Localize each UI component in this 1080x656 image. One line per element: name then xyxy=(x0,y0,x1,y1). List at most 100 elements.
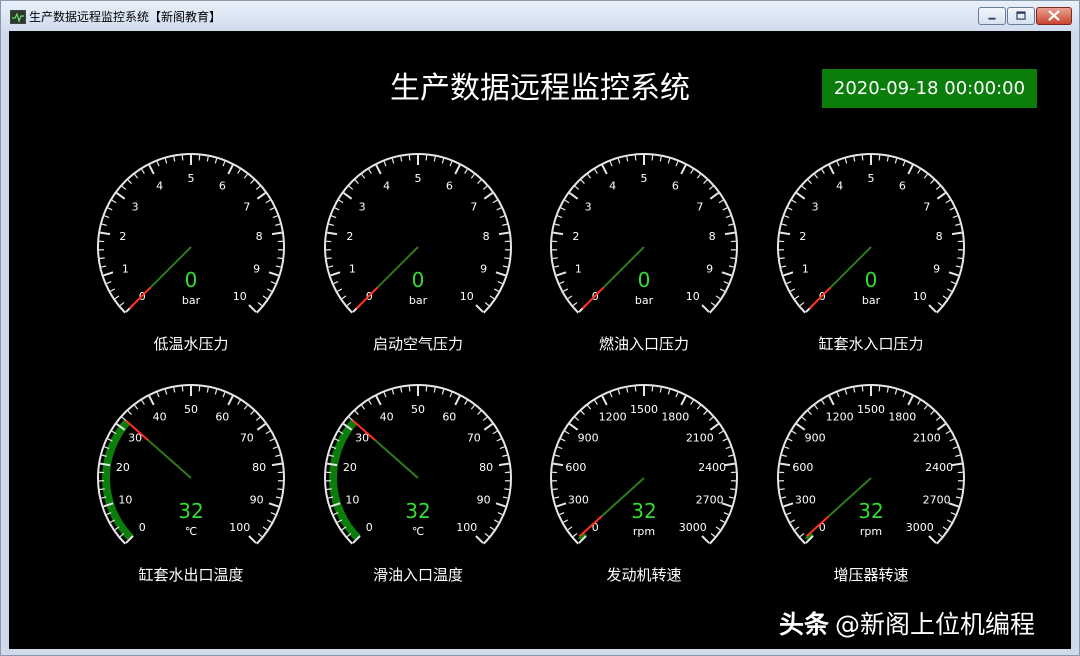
gauge-minor-tick xyxy=(250,410,255,415)
gauge-minor-tick xyxy=(799,301,805,307)
gauge-minor-tick xyxy=(559,512,565,516)
gauge-minor-tick xyxy=(237,169,241,174)
gauge-major-tick xyxy=(342,192,353,200)
gauge-minor-tick xyxy=(173,387,176,393)
gauge-major-tick xyxy=(454,395,461,406)
gauge-minor-tick xyxy=(552,488,558,491)
gauge-minor-tick xyxy=(609,392,613,398)
gauge-label: 燃油入口压力 xyxy=(598,335,689,353)
gauge-pointer-tail xyxy=(147,439,192,479)
gauge-dial: 010203040506070809010032℃ xyxy=(97,384,285,545)
gauge-unit: bar xyxy=(182,294,201,307)
gauge-tick-label: 7 xyxy=(243,200,250,213)
title-bar[interactable]: 生产数据远程监控系统【新阁教育】 xyxy=(1,1,1079,31)
gauge-major-tick xyxy=(268,502,279,508)
gauge-minor-tick xyxy=(675,161,679,167)
gauge-major-tick xyxy=(556,271,567,277)
gauge-tick-label: 1200 xyxy=(826,411,854,424)
gauge-minor-tick xyxy=(333,281,339,285)
gauge-minor-tick xyxy=(257,532,263,538)
gauge-major-tick xyxy=(724,231,736,236)
monitor-panel: 生产数据远程监控系统 2020-09-18 00:00:00 0 1 2 3 4 5 6 7 8… xyxy=(9,31,1071,649)
gauge-minor-tick xyxy=(554,454,560,457)
gauge-major-tick xyxy=(701,535,710,544)
gauge-tick-label: 7 xyxy=(923,200,930,213)
gauge-minor-tick xyxy=(564,199,570,204)
gauge-minor-tick xyxy=(791,199,797,204)
gauge-minor-tick xyxy=(265,199,271,204)
gauge-minor-tick xyxy=(786,281,792,285)
gauge-minor-tick xyxy=(667,389,671,395)
gauge-major-tick xyxy=(99,231,111,236)
gauge: 0123456789100bar缸套水入口压力 xyxy=(761,151,981,371)
gauge-minor-tick xyxy=(617,158,621,164)
gauge-minor-tick xyxy=(554,496,560,499)
gauge-minor-tick xyxy=(728,223,734,226)
gauge-minor-tick xyxy=(574,416,580,421)
gauge-tick-label: 2400 xyxy=(925,461,953,474)
gauge-minor-tick xyxy=(715,295,721,300)
gauge-minor-tick xyxy=(781,223,787,226)
gauge-major-tick xyxy=(936,423,947,431)
minimize-icon xyxy=(988,17,996,20)
close-icon xyxy=(1048,10,1060,21)
close-button[interactable] xyxy=(1036,7,1072,25)
gauge-minor-tick xyxy=(272,446,278,450)
gauge-tick-label: 4 xyxy=(383,180,390,193)
gauge-minor-tick xyxy=(341,295,347,300)
gauge-minor-tick xyxy=(617,389,621,395)
gauge-tick-label: 2700 xyxy=(923,493,951,506)
gauge-major-tick xyxy=(552,462,564,467)
gauge-minor-tick xyxy=(675,392,679,398)
gauge-minor-tick xyxy=(557,215,563,219)
gauge-major-tick xyxy=(498,231,510,236)
gauge-minor-tick xyxy=(952,215,958,219)
gauge-minor-tick xyxy=(383,392,387,398)
gauge-major-tick xyxy=(326,231,338,236)
gauge-major-tick xyxy=(568,423,579,431)
gauge-major-tick xyxy=(701,304,710,313)
gauge-minor-tick xyxy=(441,389,445,395)
gauge-minor-tick xyxy=(719,288,725,292)
gauge-minor-tick xyxy=(930,179,935,184)
gauge-minor-tick xyxy=(886,156,889,162)
gauge-tick-label: 1200 xyxy=(599,411,627,424)
gauge-minor-tick xyxy=(334,207,340,211)
gauge-minor-tick xyxy=(272,215,278,219)
gauge-minor-tick xyxy=(894,158,898,164)
watermark: 头条 @新阁上位机编程 xyxy=(779,605,1035,641)
gauge-tick-label: 100 xyxy=(229,521,250,534)
maximize-button[interactable] xyxy=(1007,7,1035,25)
gauge-minor-tick xyxy=(101,265,107,268)
gauge-minor-tick xyxy=(326,257,332,260)
gauge-minor-tick xyxy=(917,400,921,405)
gauge-tick-label: 2 xyxy=(572,230,579,243)
gauge-minor-tick xyxy=(937,301,943,307)
minimize-button[interactable] xyxy=(978,7,1006,25)
gauge-minor-tick xyxy=(275,223,281,226)
gauge-unit: rpm xyxy=(633,525,655,538)
gauge-minor-tick xyxy=(173,156,176,162)
gauge-minor-tick xyxy=(127,410,132,415)
gauge-tick-label: 40 xyxy=(380,411,394,424)
gauge-minor-tick xyxy=(206,156,209,162)
gauge-minor-tick xyxy=(482,185,488,190)
gauge-major-tick xyxy=(475,535,484,544)
gauge-minor-tick xyxy=(814,404,819,410)
gauge-minor-tick xyxy=(214,389,218,395)
gauge-minor-tick xyxy=(383,161,387,167)
gauge-minor-tick xyxy=(955,265,961,268)
gauge-minor-tick xyxy=(101,223,107,226)
gauge-minor-tick xyxy=(504,488,510,491)
gauge-value: 32 xyxy=(858,499,883,523)
gauge-minor-tick xyxy=(725,446,731,450)
gauge-minor-tick xyxy=(917,169,921,174)
gauge-major-tick xyxy=(483,192,494,200)
gauge-value: 0 xyxy=(865,268,878,292)
gauge-tick-label: 60 xyxy=(215,411,229,424)
gauge-minor-tick xyxy=(594,169,598,174)
gauge-minor-tick xyxy=(255,416,261,421)
gauge-minor-tick xyxy=(354,179,359,184)
gauge-minor-tick xyxy=(696,173,701,179)
gauge-minor-tick xyxy=(484,301,490,307)
